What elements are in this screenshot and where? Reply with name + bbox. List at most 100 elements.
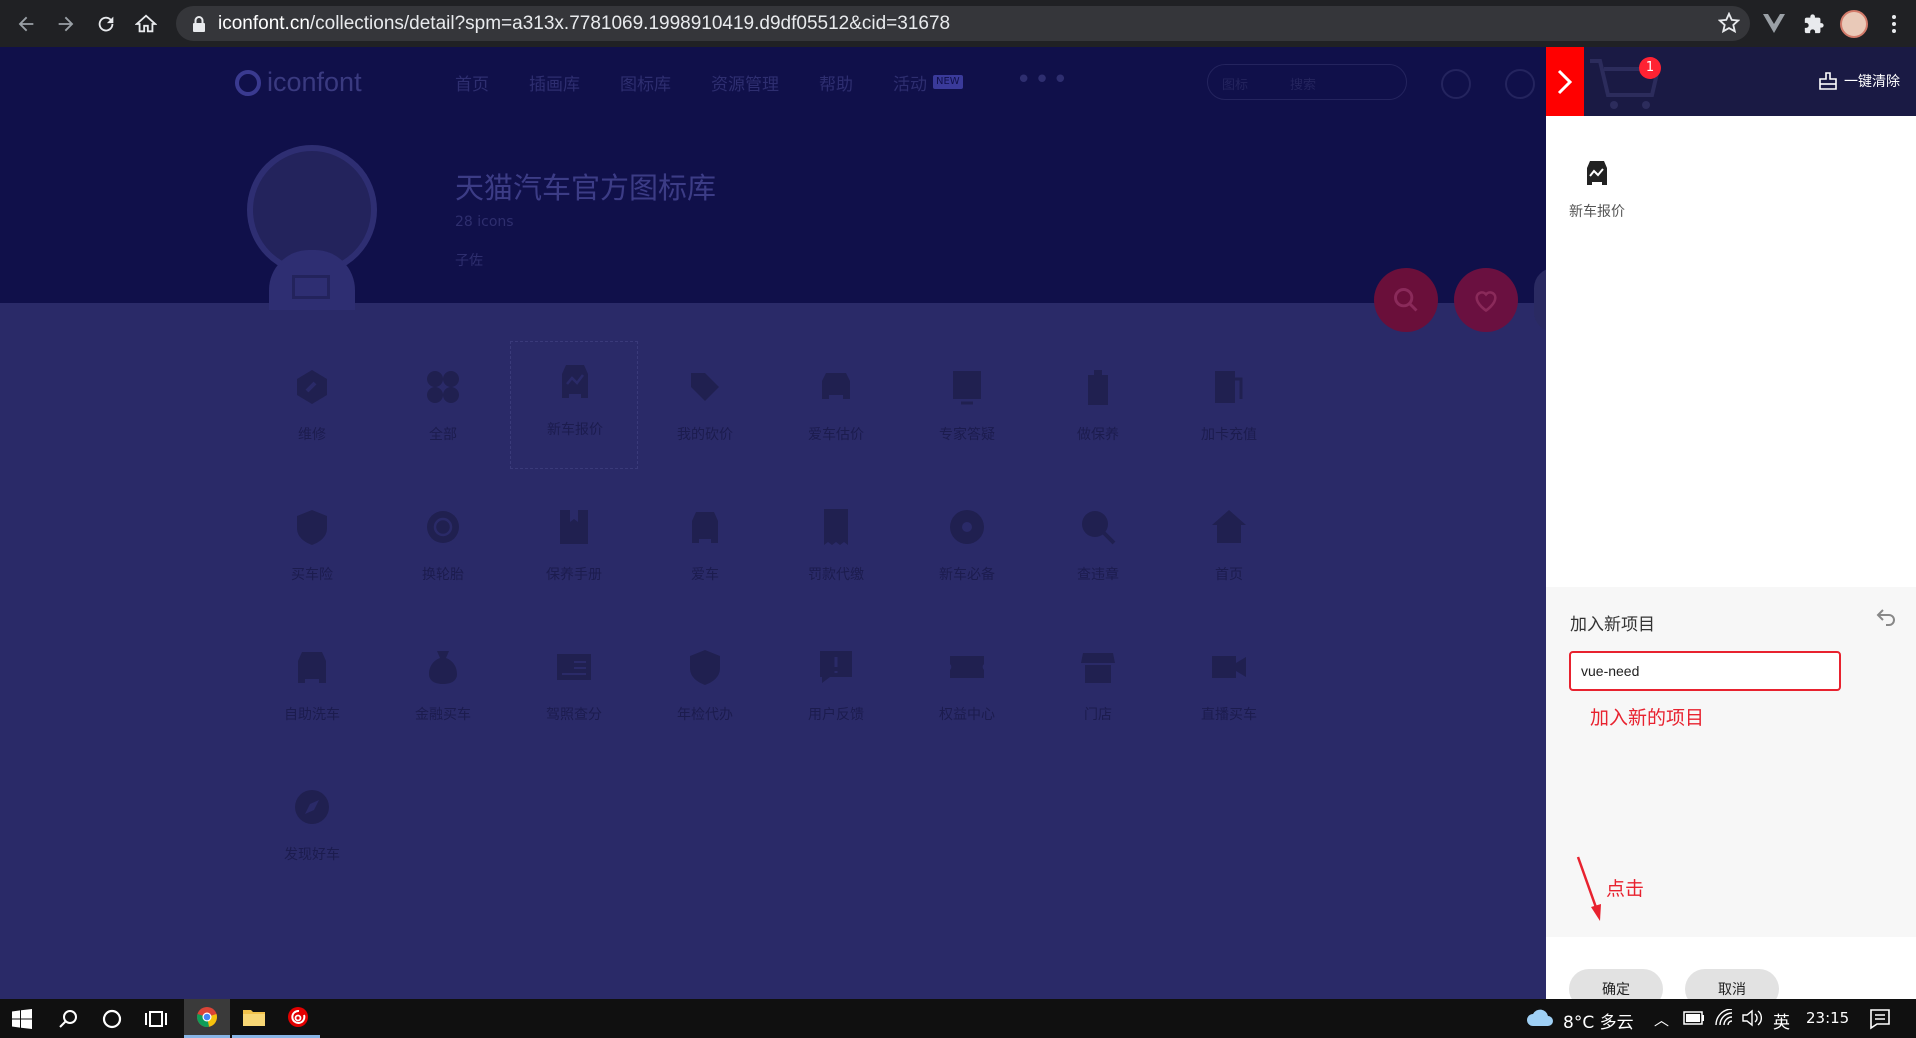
- icon-card[interactable]: 全部: [379, 347, 507, 475]
- notification-center-icon[interactable]: [1869, 1008, 1891, 1030]
- netease-music-taskbar-button[interactable]: [276, 999, 320, 1038]
- icon-card[interactable]: 罚款代缴: [772, 487, 900, 615]
- cart-header: 1 一键清除: [1546, 47, 1916, 116]
- volume-icon[interactable]: [1742, 1009, 1762, 1027]
- site-search[interactable]: 图标 搜索: [1207, 64, 1407, 100]
- icon-card[interactable]: 我的砍价: [641, 347, 769, 475]
- icon-label: 年检代办: [677, 707, 733, 723]
- extensions-button[interactable]: [1794, 0, 1834, 47]
- project-name-input[interactable]: [1569, 651, 1841, 691]
- icon-card[interactable]: 门店: [1034, 627, 1162, 755]
- start-button[interactable]: [0, 999, 44, 1038]
- battery-icon[interactable]: [1683, 1011, 1705, 1025]
- icon-card[interactable]: 年检代办: [641, 627, 769, 755]
- icon-card[interactable]: 新车报价: [510, 341, 638, 469]
- icon-card[interactable]: 买车险: [248, 487, 376, 615]
- icon-label: 加卡充值: [1201, 427, 1257, 443]
- icon-card[interactable]: 驾照查分: [510, 627, 638, 755]
- car-quote-icon: [1587, 161, 1607, 185]
- four-petal-icon: [427, 371, 459, 403]
- cart-panel: 1 一键清除 新车报价 加入新项目 加入新的项目 点击 确定 取消: [1546, 47, 1916, 1009]
- nav-item[interactable]: 图标库: [620, 70, 671, 95]
- profile-button[interactable]: [1834, 0, 1874, 47]
- car-front-icon: [692, 512, 718, 543]
- coupon-yuan-icon: [950, 656, 984, 678]
- tag-pen-icon: [691, 373, 719, 401]
- icon-card[interactable]: 做保养: [1034, 347, 1162, 475]
- forward-button[interactable]: [46, 4, 86, 44]
- site-logo[interactable]: iconfont: [235, 67, 362, 98]
- icon-card[interactable]: 首页: [1165, 487, 1293, 615]
- clear-all-button[interactable]: 一键清除: [1818, 71, 1900, 91]
- cortana-button[interactable]: [90, 999, 134, 1038]
- icon-card[interactable]: 保养手册: [510, 487, 638, 615]
- nav-item[interactable]: 帮助: [819, 70, 853, 95]
- icon-card[interactable]: 专家答疑: [903, 347, 1031, 475]
- extension-v-button[interactable]: [1754, 0, 1794, 47]
- undo-icon[interactable]: [1874, 605, 1898, 629]
- reload-icon: [98, 16, 114, 31]
- task-view-button[interactable]: [134, 999, 178, 1038]
- home-icon: [1212, 510, 1246, 543]
- icon-card[interactable]: 加卡充值: [1165, 347, 1293, 475]
- search-type-select[interactable]: 图标: [1222, 74, 1248, 93]
- library-author[interactable]: 子佐: [455, 250, 483, 270]
- kebab-menu-icon: [1892, 14, 1896, 33]
- user-icon[interactable]: [1505, 69, 1535, 99]
- tire-icon: [427, 511, 459, 543]
- icon-card[interactable]: 查违章: [1034, 487, 1162, 615]
- nav-item[interactable]: 资源管理: [711, 70, 779, 95]
- nav-item[interactable]: 活动: [893, 70, 927, 95]
- icon-card[interactable]: 自助洗车: [248, 627, 376, 755]
- weather-text[interactable]: 8°C 多云: [1563, 1008, 1634, 1033]
- icon-card[interactable]: 直播买车: [1165, 627, 1293, 755]
- new-badge: NEW: [933, 75, 963, 89]
- icon-card[interactable]: 换轮胎: [379, 487, 507, 615]
- library-title: 天猫汽车官方图标库: [455, 171, 717, 205]
- astronaut-screen: [292, 275, 330, 299]
- search-fab[interactable]: [1374, 268, 1438, 332]
- task-view-icon: [145, 1010, 167, 1027]
- vue-devtools-icon: [1763, 13, 1785, 33]
- explorer-taskbar-button[interactable]: [232, 999, 276, 1038]
- circle-icon: [102, 1009, 122, 1028]
- icon-card[interactable]: 权益中心: [903, 627, 1031, 755]
- search-taskbar-button[interactable]: [46, 999, 90, 1038]
- icon-card[interactable]: 爱车: [641, 487, 769, 615]
- show-hidden-icons-chevron-icon[interactable]: ︿: [1654, 1009, 1669, 1030]
- chevron-right-icon: [1557, 69, 1573, 95]
- collapse-cart-button[interactable]: [1546, 47, 1584, 116]
- clock[interactable]: 23:15: [1806, 1009, 1849, 1027]
- search-input[interactable]: 搜索: [1290, 74, 1316, 93]
- reload-button[interactable]: [86, 4, 126, 44]
- cart-item[interactable]: 新车报价: [1562, 159, 1632, 221]
- upload-icon[interactable]: [1441, 69, 1471, 99]
- icon-card[interactable]: 新车必备: [903, 487, 1031, 615]
- icon-card[interactable]: 维修: [248, 347, 376, 475]
- favorite-fab[interactable]: [1454, 268, 1518, 332]
- icon-card[interactable]: 用户反馈: [772, 627, 900, 755]
- icon-label: 门店: [1084, 707, 1112, 723]
- forward-arrow-icon: [58, 16, 74, 31]
- wifi-icon[interactable]: [1714, 1009, 1734, 1027]
- nav-item[interactable]: 插画库: [529, 70, 580, 95]
- home-button[interactable]: [126, 4, 166, 44]
- windows-taskbar: 8°C 多云 ︿ 英 23:15: [0, 999, 1916, 1038]
- back-button[interactable]: [6, 4, 46, 44]
- more-icon[interactable]: •••: [1016, 65, 1071, 95]
- input-method-indicator[interactable]: 英: [1773, 1008, 1790, 1033]
- address-bar[interactable]: iconfont.cn/collections/detail?spm=a313x…: [176, 6, 1750, 41]
- nav-item[interactable]: 首页: [455, 70, 489, 95]
- more-fab[interactable]: [1534, 268, 1546, 332]
- browser-menu-button[interactable]: [1874, 0, 1914, 47]
- icon-card[interactable]: 发现好车: [248, 767, 376, 895]
- search-icon: [1394, 288, 1418, 312]
- icon-card[interactable]: 爱车估价: [772, 347, 900, 475]
- folder-icon: [243, 1010, 265, 1026]
- icon-label: 权益中心: [939, 707, 995, 723]
- icon-card[interactable]: 金融买车: [379, 627, 507, 755]
- license-card-icon: [557, 654, 591, 680]
- bookmark-star-icon[interactable]: [1718, 12, 1740, 34]
- page-overlay[interactable]: iconfont 首页 插画库 图标库 资源管理 帮助 活动 NEW ••• 图标 搜索 天…: [0, 47, 1546, 999]
- chrome-taskbar-button[interactable]: [184, 999, 230, 1038]
